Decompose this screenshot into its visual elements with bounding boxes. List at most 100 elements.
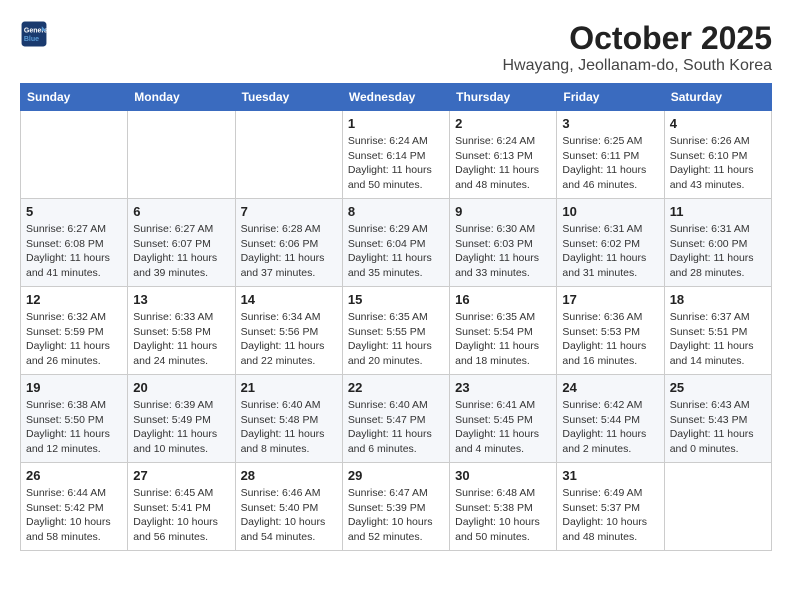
calendar-cell [128,111,235,199]
day-number: 18 [670,292,766,307]
calendar-cell: 24 Sunrise: 6:42 AM Sunset: 5:44 PM Dayli… [557,375,664,463]
day-info: Sunrise: 6:43 AM Sunset: 5:43 PM Dayligh… [670,398,766,457]
weekday-header-wednesday: Wednesday [342,84,449,111]
calendar-week-4: 19 Sunrise: 6:38 AM Sunset: 5:50 PM Dayli… [21,375,772,463]
day-info: Sunrise: 6:26 AM Sunset: 6:10 PM Dayligh… [670,134,766,193]
day-number: 19 [26,380,122,395]
day-number: 24 [562,380,658,395]
weekday-header-friday: Friday [557,84,664,111]
day-number: 22 [348,380,444,395]
day-number: 1 [348,116,444,131]
day-info: Sunrise: 6:24 AM Sunset: 6:13 PM Dayligh… [455,134,551,193]
calendar-cell: 4 Sunrise: 6:26 AM Sunset: 6:10 PM Daylig… [664,111,771,199]
day-info: Sunrise: 6:27 AM Sunset: 6:07 PM Dayligh… [133,222,229,281]
calendar-cell: 16 Sunrise: 6:35 AM Sunset: 5:54 PM Dayli… [450,287,557,375]
day-number: 23 [455,380,551,395]
calendar-cell: 10Sunrise: 6:31 AM Sunset: 6:02 PM Dayli… [557,199,664,287]
day-info: Sunrise: 6:35 AM Sunset: 5:55 PM Dayligh… [348,310,444,369]
day-info: Sunrise: 6:31 AM Sunset: 6:00 PM Dayligh… [670,222,766,281]
calendar-cell: 14 Sunrise: 6:34 AM Sunset: 5:56 PM Dayli… [235,287,342,375]
location-subtitle: Hwayang, Jeollanam-do, South Korea [503,57,773,75]
month-title: October 2025 [503,20,773,57]
calendar-week-2: 5 Sunrise: 6:27 AM Sunset: 6:08 PM Daylig… [21,199,772,287]
calendar-cell: 19 Sunrise: 6:38 AM Sunset: 5:50 PM Dayli… [21,375,128,463]
calendar-cell: 6 Sunrise: 6:27 AM Sunset: 6:07 PM Daylig… [128,199,235,287]
day-info: Sunrise: 6:47 AM Sunset: 5:39 PM Dayligh… [348,486,444,545]
calendar-cell: 15 Sunrise: 6:35 AM Sunset: 5:55 PM Dayli… [342,287,449,375]
weekday-header-saturday: Saturday [664,84,771,111]
day-number: 30 [455,468,551,483]
weekday-header-tuesday: Tuesday [235,84,342,111]
calendar-cell: 18 Sunrise: 6:37 AM Sunset: 5:51 PM Dayli… [664,287,771,375]
day-number: 5 [26,204,122,219]
day-info: Sunrise: 6:48 AM Sunset: 5:38 PM Dayligh… [455,486,551,545]
day-number: 17 [562,292,658,307]
day-number: 29 [348,468,444,483]
calendar-cell: 26 Sunrise: 6:44 AM Sunset: 5:42 PM Dayli… [21,463,128,551]
day-number: 20 [133,380,229,395]
day-info: Sunrise: 6:25 AM Sunset: 6:11 PM Dayligh… [562,134,658,193]
day-number: 14 [241,292,337,307]
day-number: 28 [241,468,337,483]
weekday-header-row: SundayMondayTuesdayWednesdayThursdayFrid… [21,84,772,111]
svg-text:General: General [24,27,48,34]
calendar-cell [664,463,771,551]
day-info: Sunrise: 6:36 AM Sunset: 5:53 PM Dayligh… [562,310,658,369]
logo-icon: General Blue [20,20,48,48]
calendar-cell: 30 Sunrise: 6:48 AM Sunset: 5:38 PM Dayli… [450,463,557,551]
calendar-cell: 5 Sunrise: 6:27 AM Sunset: 6:08 PM Daylig… [21,199,128,287]
day-info: Sunrise: 6:29 AM Sunset: 6:04 PM Dayligh… [348,222,444,281]
day-info: Sunrise: 6:35 AM Sunset: 5:54 PM Dayligh… [455,310,551,369]
day-number: 11 [670,204,766,219]
calendar-cell: 29 Sunrise: 6:47 AM Sunset: 5:39 PM Dayli… [342,463,449,551]
calendar-cell: 27 Sunrise: 6:45 AM Sunset: 5:41 PM Dayli… [128,463,235,551]
calendar-cell: 22Sunrise: 6:40 AM Sunset: 5:47 PM Dayli… [342,375,449,463]
day-number: 31 [562,468,658,483]
calendar-cell: 25 Sunrise: 6:43 AM Sunset: 5:43 PM Dayli… [664,375,771,463]
calendar-cell: 7Sunrise: 6:28 AM Sunset: 6:06 PM Daylig… [235,199,342,287]
day-info: Sunrise: 6:37 AM Sunset: 5:51 PM Dayligh… [670,310,766,369]
day-number: 16 [455,292,551,307]
day-number: 25 [670,380,766,395]
day-number: 12 [26,292,122,307]
day-number: 13 [133,292,229,307]
day-info: Sunrise: 6:24 AM Sunset: 6:14 PM Dayligh… [348,134,444,193]
day-info: Sunrise: 6:31 AM Sunset: 6:02 PM Dayligh… [562,222,658,281]
logo: General Blue [20,20,48,48]
day-info: Sunrise: 6:45 AM Sunset: 5:41 PM Dayligh… [133,486,229,545]
day-number: 21 [241,380,337,395]
calendar-cell [21,111,128,199]
weekday-header-sunday: Sunday [21,84,128,111]
weekday-header-thursday: Thursday [450,84,557,111]
day-info: Sunrise: 6:40 AM Sunset: 5:48 PM Dayligh… [241,398,337,457]
day-number: 2 [455,116,551,131]
day-number: 6 [133,204,229,219]
day-number: 9 [455,204,551,219]
title-area: October 2025 Hwayang, Jeollanam-do, Sout… [503,20,773,75]
day-info: Sunrise: 6:30 AM Sunset: 6:03 PM Dayligh… [455,222,551,281]
calendar-cell: 23 Sunrise: 6:41 AM Sunset: 5:45 PM Dayli… [450,375,557,463]
day-number: 15 [348,292,444,307]
day-info: Sunrise: 6:34 AM Sunset: 5:56 PM Dayligh… [241,310,337,369]
calendar-cell: 12Sunrise: 6:32 AM Sunset: 5:59 PM Dayli… [21,287,128,375]
day-info: Sunrise: 6:27 AM Sunset: 6:08 PM Dayligh… [26,222,122,281]
calendar-cell: 17 Sunrise: 6:36 AM Sunset: 5:53 PM Dayli… [557,287,664,375]
calendar-week-1: 1 Sunrise: 6:24 AM Sunset: 6:14 PM Daylig… [21,111,772,199]
day-info: Sunrise: 6:44 AM Sunset: 5:42 PM Dayligh… [26,486,122,545]
calendar-week-3: 12Sunrise: 6:32 AM Sunset: 5:59 PM Dayli… [21,287,772,375]
day-info: Sunrise: 6:41 AM Sunset: 5:45 PM Dayligh… [455,398,551,457]
day-number: 27 [133,468,229,483]
day-info: Sunrise: 6:46 AM Sunset: 5:40 PM Dayligh… [241,486,337,545]
calendar-table: SundayMondayTuesdayWednesdayThursdayFrid… [20,83,772,551]
calendar-cell: 9 Sunrise: 6:30 AM Sunset: 6:03 PM Daylig… [450,199,557,287]
calendar-cell: 13Sunrise: 6:33 AM Sunset: 5:58 PM Dayli… [128,287,235,375]
day-info: Sunrise: 6:49 AM Sunset: 5:37 PM Dayligh… [562,486,658,545]
day-info: Sunrise: 6:42 AM Sunset: 5:44 PM Dayligh… [562,398,658,457]
day-number: 26 [26,468,122,483]
header: General Blue October 2025 Hwayang, Jeoll… [20,20,772,75]
day-number: 4 [670,116,766,131]
calendar-cell: 8Sunrise: 6:29 AM Sunset: 6:04 PM Daylig… [342,199,449,287]
calendar-cell: 21 Sunrise: 6:40 AM Sunset: 5:48 PM Dayli… [235,375,342,463]
day-number: 7 [241,204,337,219]
day-info: Sunrise: 6:38 AM Sunset: 5:50 PM Dayligh… [26,398,122,457]
